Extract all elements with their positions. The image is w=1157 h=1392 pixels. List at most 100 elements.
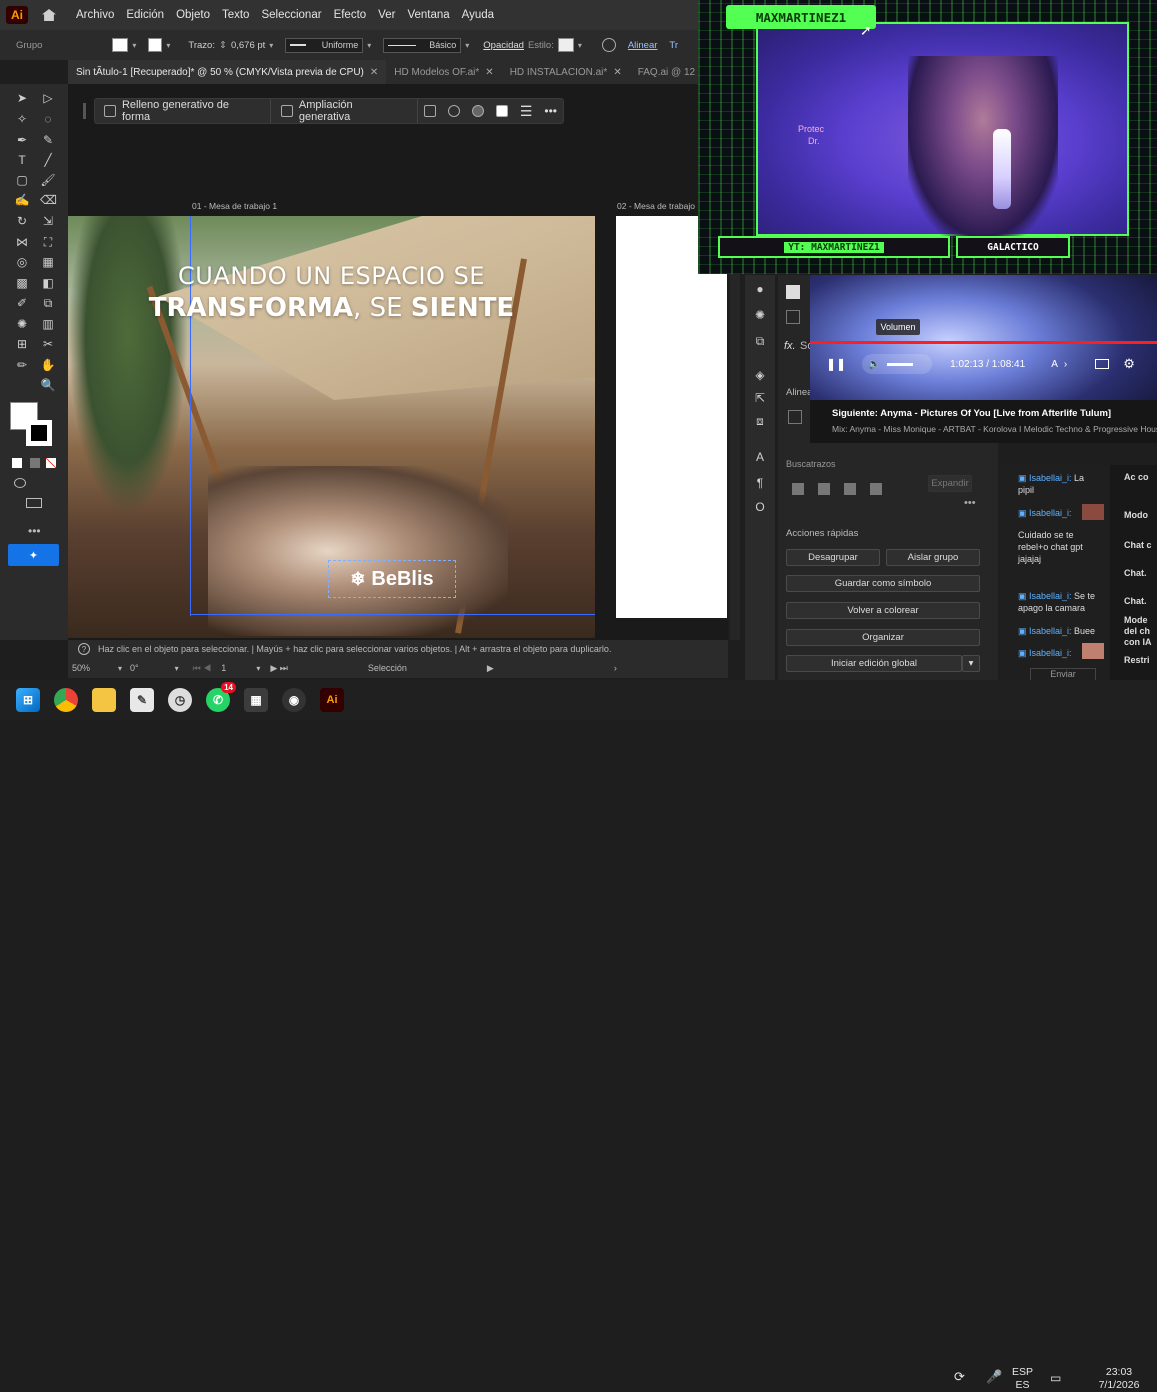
artboards-panel-icon[interactable]: ⧈ <box>752 413 768 429</box>
menu-item[interactable]: Restri <box>1124 655 1150 665</box>
layers-panel-icon[interactable]: ◈ <box>752 367 768 383</box>
chrome-icon[interactable] <box>54 688 78 712</box>
menu-item[interactable]: Chat. <box>1124 568 1147 578</box>
globe-button[interactable] <box>466 99 490 123</box>
pause-icon[interactable]: ❚❚ <box>826 357 846 371</box>
pencil-tool-icon[interactable]: ✏ <box>14 357 30 373</box>
symbol-sprayer-icon[interactable]: ✺ <box>14 316 30 332</box>
isolate-group-button[interactable]: Aislar grupo <box>886 549 980 566</box>
rotate-tool-icon[interactable]: ↻ <box>14 213 30 229</box>
graph-tool-icon[interactable]: ▥ <box>40 316 56 332</box>
rectangle-tool-icon[interactable]: ▢ <box>14 172 30 188</box>
shaper-tool-icon[interactable]: ✍ <box>14 192 30 208</box>
clock[interactable]: 23:03 7/1/2026 <box>1088 1366 1150 1392</box>
windows-start-icon[interactable]: ⊞ <box>16 688 40 712</box>
lasso-tool-icon[interactable]: ◌ <box>40 111 56 127</box>
chevron-down-icon[interactable]: ▾ <box>465 41 475 50</box>
artwork-headline-1[interactable]: CUANDO UN ESPACIO SE <box>68 262 595 290</box>
align-icon[interactable] <box>788 410 802 424</box>
gradient-mode-icon[interactable] <box>30 458 40 468</box>
perspective-grid-icon[interactable]: ▦ <box>40 254 56 270</box>
fx-label[interactable]: fx. <box>784 340 796 352</box>
stroke-profile-select[interactable]: Uniforme <box>285 37 364 53</box>
ungroup-button[interactable]: Desagrupar <box>786 549 880 566</box>
artwork-headline-2[interactable]: TRANSFORMA, SE SIENTE <box>68 293 595 323</box>
chevron-right-icon[interactable]: › <box>1064 359 1067 370</box>
calculator-icon[interactable]: ▦ <box>244 688 268 712</box>
fill-swatch[interactable] <box>112 38 129 52</box>
illustrator-taskbar-icon[interactable]: Ai <box>320 688 344 712</box>
chevron-down-icon[interactable]: ▾ <box>269 41 279 50</box>
eyedropper-tool-icon[interactable]: ✐ <box>14 295 30 311</box>
pathfinder-exclude-icon[interactable] <box>870 483 882 495</box>
opentype-panel-icon[interactable]: O <box>752 499 768 515</box>
tab-sin-titulo[interactable]: Sin tÃtulo-1 [Recuperado]* @ 50 % (CMYK/… <box>68 60 387 84</box>
start-global-edit-button[interactable]: Iniciar edición global <box>786 655 962 672</box>
recolor-button[interactable]: Volver a colorear <box>786 602 980 619</box>
arrange-button[interactable]: Organizar <box>786 629 980 646</box>
curvature-tool-icon[interactable]: ✎ <box>40 132 56 148</box>
more-options-icon[interactable]: ••• <box>538 99 563 123</box>
eraser-tool-icon[interactable]: ⌫ <box>40 192 57 208</box>
paintbrush-tool-icon[interactable]: 🖌 <box>40 172 56 188</box>
brush-select[interactable]: Básico <box>383 37 462 53</box>
export-panel-icon[interactable]: ⇱ <box>752 390 768 406</box>
fill-swatch[interactable] <box>786 310 800 324</box>
microphone-icon[interactable]: 🎤 <box>986 1370 1002 1383</box>
slice-tool-icon[interactable]: ✂ <box>40 336 56 352</box>
next-title[interactable]: Siguiente: Anyma - Pictures Of You [Live… <box>832 408 1135 419</box>
artboard-2-label[interactable]: 02 - Mesa de trabajo <box>617 201 695 211</box>
progress-bar[interactable] <box>810 341 1157 344</box>
menu-item[interactable]: Modo <box>1124 510 1148 520</box>
tab-hd-modelos[interactable]: HD Modelos OF.ai* ✕ <box>386 60 501 84</box>
close-icon[interactable]: ✕ <box>485 67 493 78</box>
screen-mode-icon[interactable] <box>26 498 42 508</box>
up-next-card[interactable]: Siguiente: Anyma - Pictures Of You [Live… <box>810 400 1157 443</box>
draw-mode-icon[interactable] <box>14 478 26 488</box>
pen-tool-icon[interactable]: ✒ <box>14 132 30 148</box>
chevron-right-icon[interactable]: › <box>614 663 617 673</box>
artboard-number[interactable]: 1 <box>221 663 226 673</box>
direct-selection-tool-icon[interactable]: ▷ <box>40 90 56 106</box>
expand-button[interactable]: Expandir <box>928 475 972 492</box>
line-tool-icon[interactable]: ╱ <box>40 152 56 168</box>
close-icon[interactable]: ✕ <box>613 67 621 78</box>
brushes-panel-icon[interactable]: ✺ <box>752 307 768 323</box>
stroke-swatch[interactable] <box>148 38 163 52</box>
chat-username[interactable]: Isabellai_i: <box>1029 591 1072 601</box>
clock-app-icon[interactable]: ◷ <box>168 688 192 712</box>
recolor-button[interactable] <box>418 99 442 123</box>
pathfinder-unite-icon[interactable] <box>792 483 804 495</box>
drag-handle-icon[interactable] <box>83 103 86 119</box>
blend-tool-icon[interactable]: ⧉ <box>40 295 56 311</box>
chevron-down-icon[interactable]: ▾ <box>367 41 377 50</box>
notepad-icon[interactable]: ✎ <box>130 688 154 712</box>
hand-tool-icon[interactable]: ✋ <box>40 357 56 373</box>
pathfinder-minus-icon[interactable] <box>818 483 830 495</box>
close-icon[interactable]: ✕ <box>370 67 378 78</box>
style-swatch[interactable] <box>557 38 574 52</box>
stepper-icon[interactable]: ⇕ <box>219 40 227 51</box>
generative-ai-icon[interactable]: ✦ <box>8 544 59 566</box>
fill-button[interactable] <box>490 99 514 123</box>
whatsapp-icon[interactable]: ✆ 14 <box>206 682 236 712</box>
none-mode-icon[interactable] <box>46 458 56 468</box>
stroke-swatch[interactable] <box>786 285 800 299</box>
zoom-tool-icon[interactable]: 🔍 <box>40 377 56 393</box>
selection-tool-icon[interactable]: ➤ <box>14 90 30 106</box>
rotation-angle[interactable]: 0° <box>130 663 139 673</box>
chevron-down-icon[interactable]: ▾ <box>132 41 142 50</box>
menu-objeto[interactable]: Objeto <box>176 9 210 21</box>
menu-ayuda[interactable]: Ayuda <box>462 9 494 21</box>
stroke-color-swatch[interactable] <box>26 420 52 446</box>
file-explorer-icon[interactable] <box>92 688 116 712</box>
volume-control[interactable]: 🔈 <box>862 354 933 374</box>
artboard-1-label[interactable]: 01 - Mesa de trabajo 1 <box>192 201 277 211</box>
zoom-level[interactable]: 50% <box>72 663 90 673</box>
play-icon[interactable]: ▶ <box>487 663 494 674</box>
chevron-down-icon[interactable]: ▾ <box>118 664 122 673</box>
gradient-tool-icon[interactable]: ◧ <box>40 275 56 291</box>
sync-icon[interactable]: ⟳ <box>954 1370 965 1383</box>
network-icon[interactable]: ▭ <box>1050 1372 1061 1385</box>
align-link[interactable]: Alinear <box>628 40 658 51</box>
